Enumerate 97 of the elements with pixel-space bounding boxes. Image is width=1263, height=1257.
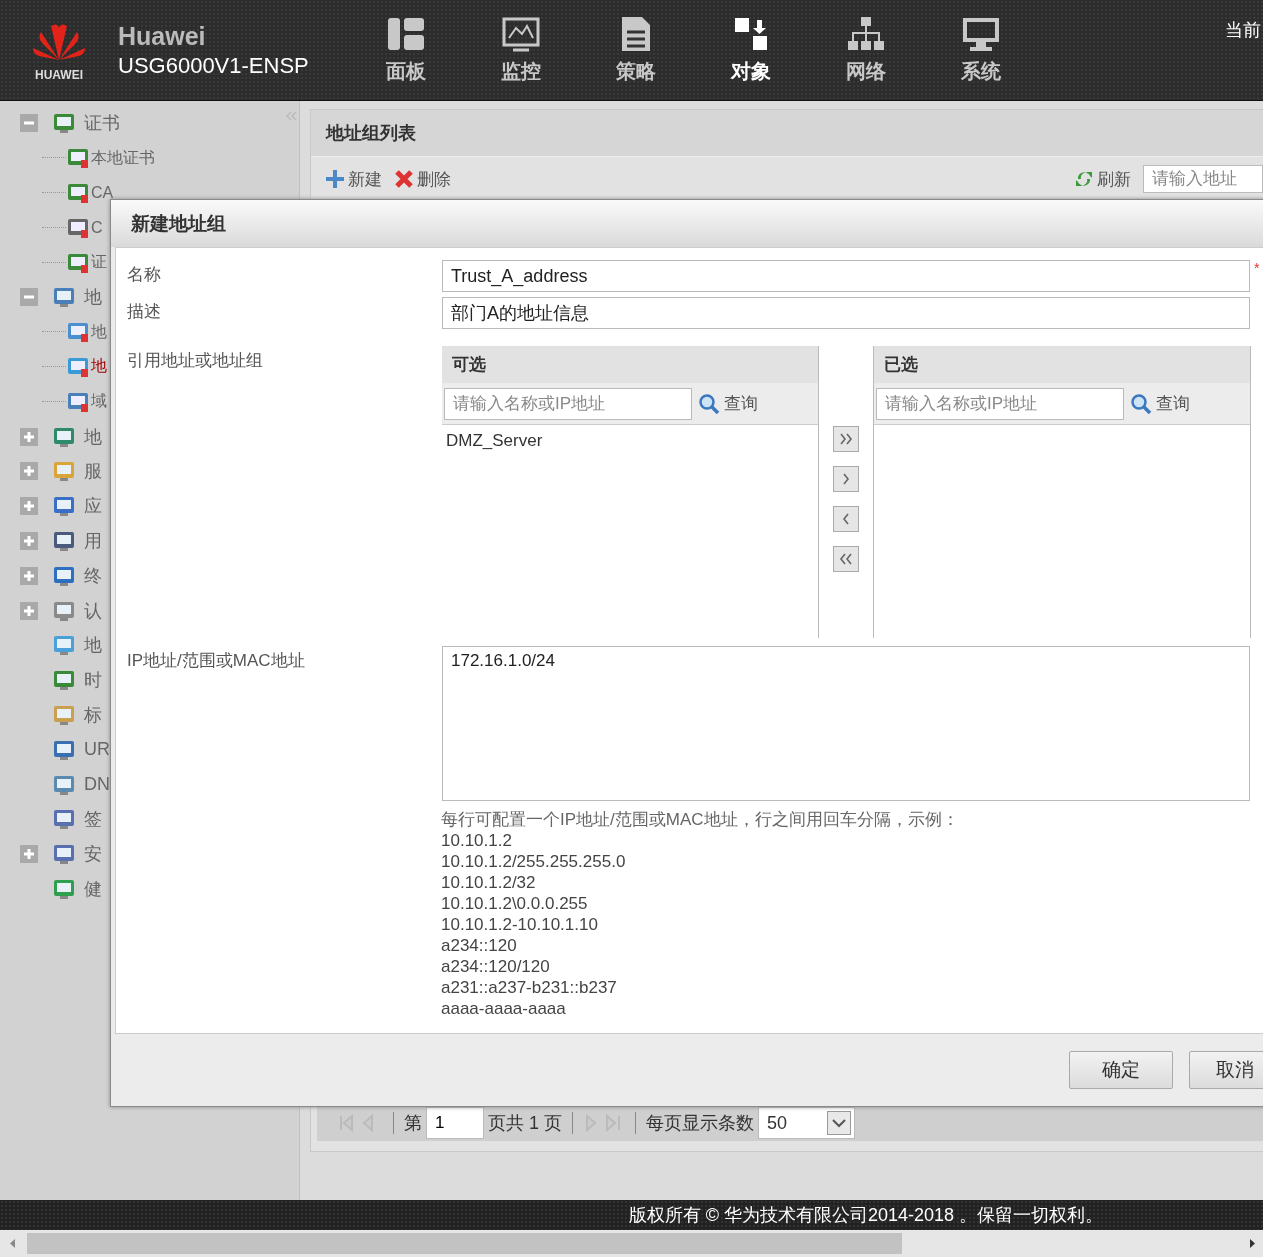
tree-item[interactable]: 终 xyxy=(84,563,102,588)
logo-text: HUAWEI xyxy=(35,68,83,82)
example-text: 10.10.1.2/32 xyxy=(441,872,537,893)
page-size-label: 每页显示条数 xyxy=(645,1112,755,1135)
nav-tab[interactable]: 策略 xyxy=(606,15,666,85)
tree-item[interactable]: 应 xyxy=(84,494,102,519)
add-button[interactable]: 新建 xyxy=(325,167,388,191)
search-field[interactable]: 请输入地址 xyxy=(1143,165,1263,193)
computer-icon xyxy=(66,320,90,345)
example-text: 10.10.1.2 xyxy=(441,830,513,851)
address-textarea[interactable]: 172.16.1.0/24 xyxy=(442,646,1250,801)
computer-icon xyxy=(52,285,76,310)
panel-title: 地址组列表 xyxy=(311,110,1263,156)
field-label: IP地址/范围或MAC地址 xyxy=(126,650,306,672)
tree-item[interactable]: 本地证书 xyxy=(91,147,155,169)
tree-item[interactable]: 服 xyxy=(84,459,102,484)
tree-item[interactable]: 地 xyxy=(91,321,107,343)
tree-item[interactable]: 地 xyxy=(91,356,107,378)
tree-item[interactable]: 认 xyxy=(84,598,102,623)
page-size-select[interactable]: 50 xyxy=(758,1107,855,1139)
page-prefix: 第 xyxy=(403,1112,423,1135)
description-field[interactable]: 部门A的地址信息 xyxy=(442,297,1250,329)
brand-name: Huawei xyxy=(118,21,207,51)
search-icon xyxy=(698,392,720,415)
page-field[interactable]: 1 xyxy=(426,1107,484,1139)
current-user-text: 当前 xyxy=(1225,19,1261,42)
nav-tab[interactable]: 系统 xyxy=(951,15,1011,85)
search-icon xyxy=(1130,392,1152,415)
field-label: 描述 xyxy=(126,301,162,323)
example-text: a234::120/120 xyxy=(441,956,551,977)
expand-toggle-icon[interactable] xyxy=(20,601,38,620)
confirm-button[interactable]: 确定 xyxy=(1069,1051,1173,1089)
copyright-text: 版权所有 © 华为技术有限公司2014-2018 。保留一切权利。 xyxy=(628,1204,1103,1227)
delete-button[interactable]: 删除 xyxy=(394,167,457,191)
nav-tab[interactable]: 监控 xyxy=(491,15,551,85)
expand-toggle-icon[interactable] xyxy=(20,566,38,585)
nav-tab[interactable]: 对象 xyxy=(721,15,781,85)
query-button[interactable]: 查询 xyxy=(1130,392,1190,415)
tree-item[interactable]: UR xyxy=(84,739,110,761)
list-title: 可选 xyxy=(442,346,818,383)
tree-item[interactable]: CA xyxy=(91,184,114,202)
tree-item[interactable]: 域 xyxy=(91,391,107,413)
collapse-toggle-icon[interactable] xyxy=(20,114,38,133)
device-model: USG6000V1-ENSP xyxy=(118,52,310,79)
dashboard-icon xyxy=(386,15,426,52)
expand-toggle-icon[interactable] xyxy=(20,427,38,446)
tree-item[interactable]: 地 xyxy=(84,424,102,449)
example-text: 10.10.1.2/255.255.255.0 xyxy=(441,851,627,872)
cancel-button[interactable]: 取消 xyxy=(1189,1051,1263,1089)
expand-toggle-icon[interactable] xyxy=(20,462,38,481)
example-text: a231::a237-b231::b237 xyxy=(441,977,618,998)
required-mark: * xyxy=(1254,260,1260,276)
refresh-icon xyxy=(1074,169,1094,189)
tree-item[interactable]: 地 xyxy=(84,285,102,310)
close-icon xyxy=(394,169,414,189)
nav-tab[interactable]: 面板 xyxy=(376,15,436,85)
collapse-toggle-icon[interactable] xyxy=(20,288,38,307)
nav-tab[interactable]: 网络 xyxy=(836,15,896,85)
example-text: a234::120 xyxy=(441,935,518,956)
field-label: 引用地址或地址组 xyxy=(126,350,264,372)
expand-toggle-icon[interactable] xyxy=(20,497,38,516)
tree-item[interactable]: 标 xyxy=(84,702,102,727)
display-icon xyxy=(961,15,1001,52)
expand-toggle-icon[interactable] xyxy=(20,845,38,864)
double-chevron-right-button[interactable] xyxy=(833,426,859,452)
chevron-left-button[interactable] xyxy=(833,506,859,532)
dialog-title: 新建地址组 xyxy=(111,200,1263,247)
horizontal-scrollbar[interactable] xyxy=(0,1230,1263,1257)
list-item[interactable]: DMZ_Server xyxy=(442,429,818,453)
tree-item[interactable]: C xyxy=(91,218,103,237)
double-chevron-left-button[interactable] xyxy=(833,546,859,572)
list-title: 已选 xyxy=(874,346,1250,383)
tree-item[interactable]: 证书 xyxy=(84,111,120,136)
tree-item[interactable]: 用 xyxy=(84,528,102,553)
search-field[interactable]: 请输入名称或IP地址 xyxy=(444,387,692,420)
name-field[interactable]: Trust_A_address xyxy=(442,260,1250,292)
dropdown-icon xyxy=(827,1111,851,1135)
example-text: 10.10.1.2\0.0.0.255 xyxy=(441,893,589,914)
chevron-right-button[interactable] xyxy=(833,466,859,492)
tree-item[interactable]: 签 xyxy=(84,807,102,832)
example-text: aaaa-aaaa-aaaa xyxy=(441,998,567,1019)
monitor-chart-icon xyxy=(501,15,541,52)
tree-item[interactable]: DN xyxy=(84,774,110,796)
example-text: 10.10.1.2-10.10.1.10 xyxy=(441,914,599,935)
tree-item[interactable]: 证 xyxy=(91,252,107,274)
tree-item[interactable]: 地 xyxy=(84,633,102,658)
expand-toggle-icon[interactable] xyxy=(20,531,38,550)
field-label: 名称 xyxy=(126,264,162,286)
query-button[interactable]: 查询 xyxy=(698,392,758,415)
plus-icon xyxy=(325,169,345,189)
page-total: 页共 1 页 xyxy=(487,1112,563,1135)
refresh-button[interactable]: 刷新 xyxy=(1074,167,1137,191)
search-field[interactable]: 请输入名称或IP地址 xyxy=(876,387,1124,420)
tree-item[interactable]: 安 xyxy=(84,842,102,867)
hint-text: 每行可配置一个IP地址/范围或MAC地址，行之间用回车分隔，示例： xyxy=(441,809,960,830)
tree-item[interactable]: 健 xyxy=(84,876,102,901)
tree-item[interactable]: 时 xyxy=(84,668,102,693)
